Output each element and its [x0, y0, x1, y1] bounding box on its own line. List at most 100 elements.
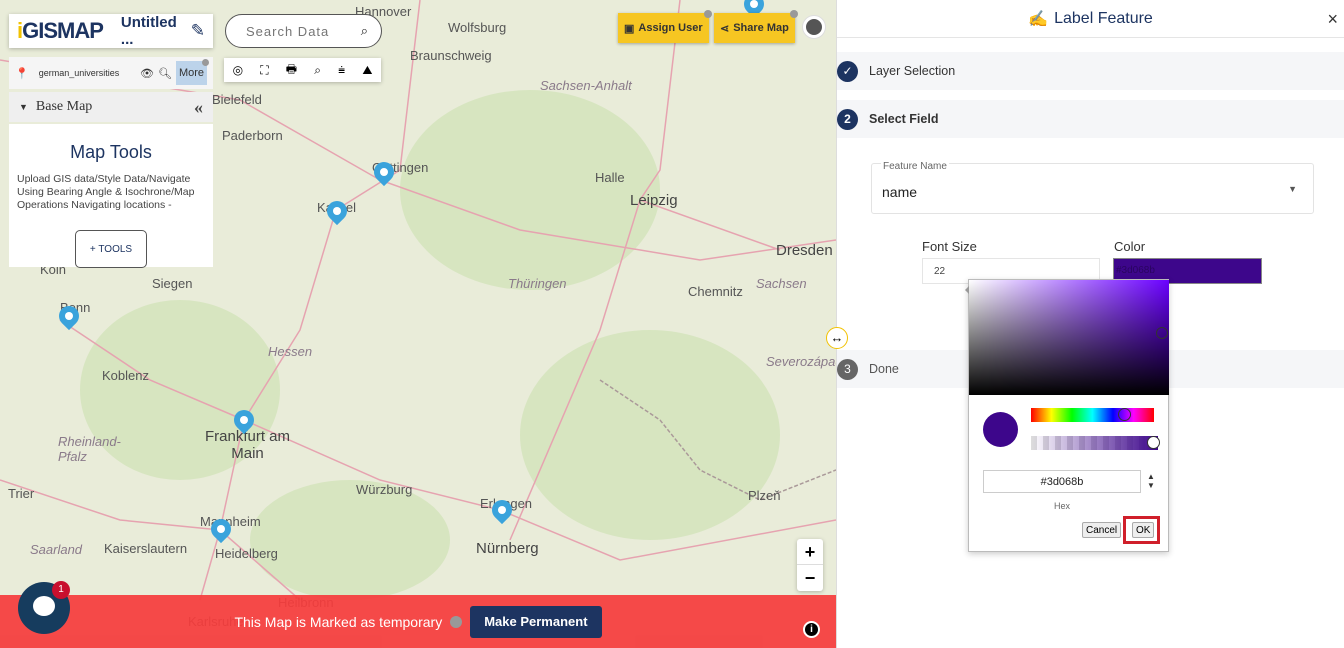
feature-name-label: Feature Name: [881, 161, 949, 172]
zoom-search-icon[interactable]: ⌕: [314, 63, 321, 78]
saturation-value-area[interactable]: [969, 280, 1169, 395]
feature-name-dropdown[interactable]: name: [882, 184, 1307, 200]
writing-hand-icon: ✍: [1028, 10, 1049, 28]
search-icon[interactable]: ⌕: [361, 23, 369, 39]
font-size-label: Font Size: [922, 239, 977, 254]
layers-icon[interactable]: ⛰: [362, 63, 372, 78]
map-title[interactable]: Untitled ...: [121, 14, 191, 48]
igismap-logo: iGISMAP: [17, 18, 104, 43]
check-icon: ✓: [837, 60, 858, 82]
close-icon[interactable]: ×: [1327, 9, 1338, 30]
hex-input[interactable]: [983, 470, 1141, 493]
double-chevron-left-icon[interactable]: «: [194, 97, 203, 118]
share-map-button[interactable]: ⋖ Share Map: [714, 10, 798, 43]
color-picker-popup: ▲▼ Hex Cancel OK: [965, 279, 1169, 552]
cancel-button[interactable]: Cancel: [1082, 522, 1122, 538]
color-preview-swatch: [983, 412, 1018, 447]
step-number: 2: [837, 108, 858, 130]
eye-icon[interactable]: 👁: [140, 67, 154, 80]
map-place-label: Plzeň: [748, 488, 781, 503]
map-tools-title: Map Tools: [70, 142, 152, 162]
banner-text: This Map is Marked as temporary: [234, 613, 443, 630]
map-place-label: Heidelberg: [215, 546, 278, 561]
assign-user-button[interactable]: ▣ Assign User: [618, 10, 712, 43]
map-place-label: Braunschweig: [410, 48, 492, 63]
map-info-icon[interactable]: i: [803, 621, 820, 638]
info-icon[interactable]: [450, 615, 463, 628]
map-place-label: Rheinland-Pfalz: [58, 434, 121, 464]
caret-down-icon: ▼: [19, 102, 28, 112]
map-place-label: Kaiserslautern: [104, 541, 188, 556]
map-place-label: Nürnberg: [476, 540, 539, 557]
ok-highlight-box: [1123, 516, 1160, 544]
map-place-label: Halle: [595, 170, 625, 185]
measure-icon[interactable]: ⩧: [338, 63, 345, 78]
map-place-label: Sachsen: [756, 276, 807, 291]
header-bar: iGISMAP Untitled ... ✎: [9, 14, 213, 48]
panel-title: Label Feature: [1054, 9, 1153, 27]
step-number: 3: [837, 358, 858, 380]
step-select-field[interactable]: 2 Select Field: [837, 100, 1344, 138]
share-icon: ⋖: [720, 22, 730, 35]
search-bar[interactable]: ⌕: [225, 14, 382, 48]
map-place-label: Würzburg: [356, 482, 413, 497]
zoom-out-button[interactable]: −: [797, 565, 823, 591]
search-input[interactable]: [246, 23, 361, 39]
assign-user-icon: ▣: [624, 22, 635, 35]
map-place-label: Paderborn: [222, 128, 283, 143]
map-place-label: Leipzig: [630, 192, 678, 209]
map-place-label: Koblenz: [102, 368, 149, 383]
map-place-label: Thüringen: [508, 276, 567, 291]
map-place-label: Wolfsburg: [448, 20, 507, 35]
share-map-label: Share Map: [733, 22, 789, 34]
base-map-toggle[interactable]: ▼ Base Map «: [9, 92, 213, 122]
map-place-label: Hessen: [268, 344, 313, 359]
assign-user-label: Assign User: [638, 22, 703, 34]
step-layer-selection[interactable]: ✓ Layer Selection: [837, 52, 1344, 90]
zoom-control: + −: [797, 539, 823, 591]
more-button[interactable]: More: [175, 59, 210, 85]
map-place-label: Siegen: [152, 276, 193, 291]
map-tools-card: Map Tools Upload GIS data/Style Data/Nav…: [9, 124, 213, 268]
hue-slider[interactable]: [1031, 408, 1154, 422]
fullscreen-icon[interactable]: ⛶: [260, 63, 268, 78]
chat-notification-badge: 1: [52, 581, 70, 599]
map-toolbar: ◎ ⛶ 🖶 ⌕ ⩧ ⛰: [224, 58, 381, 82]
map-place-label: Chemnitz: [688, 284, 743, 299]
hex-label: Hex: [1053, 501, 1070, 511]
make-permanent-button[interactable]: Make Permanent: [470, 605, 602, 638]
map-place-label: Frankfurt am Main: [204, 428, 291, 462]
layer-row[interactable]: 📍 german_universities 👁 🔍︎ More: [9, 57, 213, 89]
map-place-label: Saarland: [30, 542, 83, 557]
zoom-to-layer-icon[interactable]: 🔍︎: [158, 67, 172, 80]
color-label: Color: [1114, 239, 1146, 254]
format-toggle-icon[interactable]: ▲ ▼: [1147, 472, 1155, 490]
zoom-in-button[interactable]: +: [797, 539, 823, 565]
alpha-handle[interactable]: [1147, 436, 1160, 449]
location-pin-icon: 📍: [15, 67, 29, 80]
panel-resize-handle[interactable]: ↔: [826, 327, 848, 349]
panel-header: ✍ Label Feature ×: [837, 0, 1344, 38]
sv-handle[interactable]: [1156, 327, 1168, 339]
map-place-label: Trier: [8, 486, 35, 501]
caret-down-icon: ▼: [1288, 184, 1297, 194]
add-tools-button[interactable]: + TOOLS: [75, 230, 147, 268]
step-label: Done: [869, 362, 899, 376]
temporary-map-banner: This Map is Marked as temporary Make Per…: [0, 595, 836, 648]
step-label: Select Field: [869, 112, 939, 126]
step-label: Layer Selection: [869, 64, 956, 78]
user-account-icon[interactable]: [803, 16, 825, 38]
map-place-label: Severozápad: [766, 354, 836, 369]
map-place-label: Bielefeld: [212, 92, 262, 107]
map-tools-description: Upload GIS data/Style Data/Navigate Usin…: [17, 173, 195, 211]
locate-icon[interactable]: ◎: [233, 63, 243, 77]
pencil-icon[interactable]: ✎: [191, 21, 205, 41]
feature-name-select[interactable]: Feature Name name ▼: [871, 161, 1314, 214]
map-canvas[interactable]: Hannover Wolfsburg Braunschweig Sachsen-Anh…: [0, 0, 836, 648]
map-place-label: Dresden: [776, 242, 833, 259]
layer-name: german_universities: [38, 68, 120, 78]
hue-handle[interactable]: [1118, 408, 1131, 421]
alpha-slider[interactable]: [1031, 436, 1160, 450]
print-icon[interactable]: 🖶: [286, 60, 297, 81]
map-place-label: Sachsen-Anhalt: [540, 78, 632, 93]
